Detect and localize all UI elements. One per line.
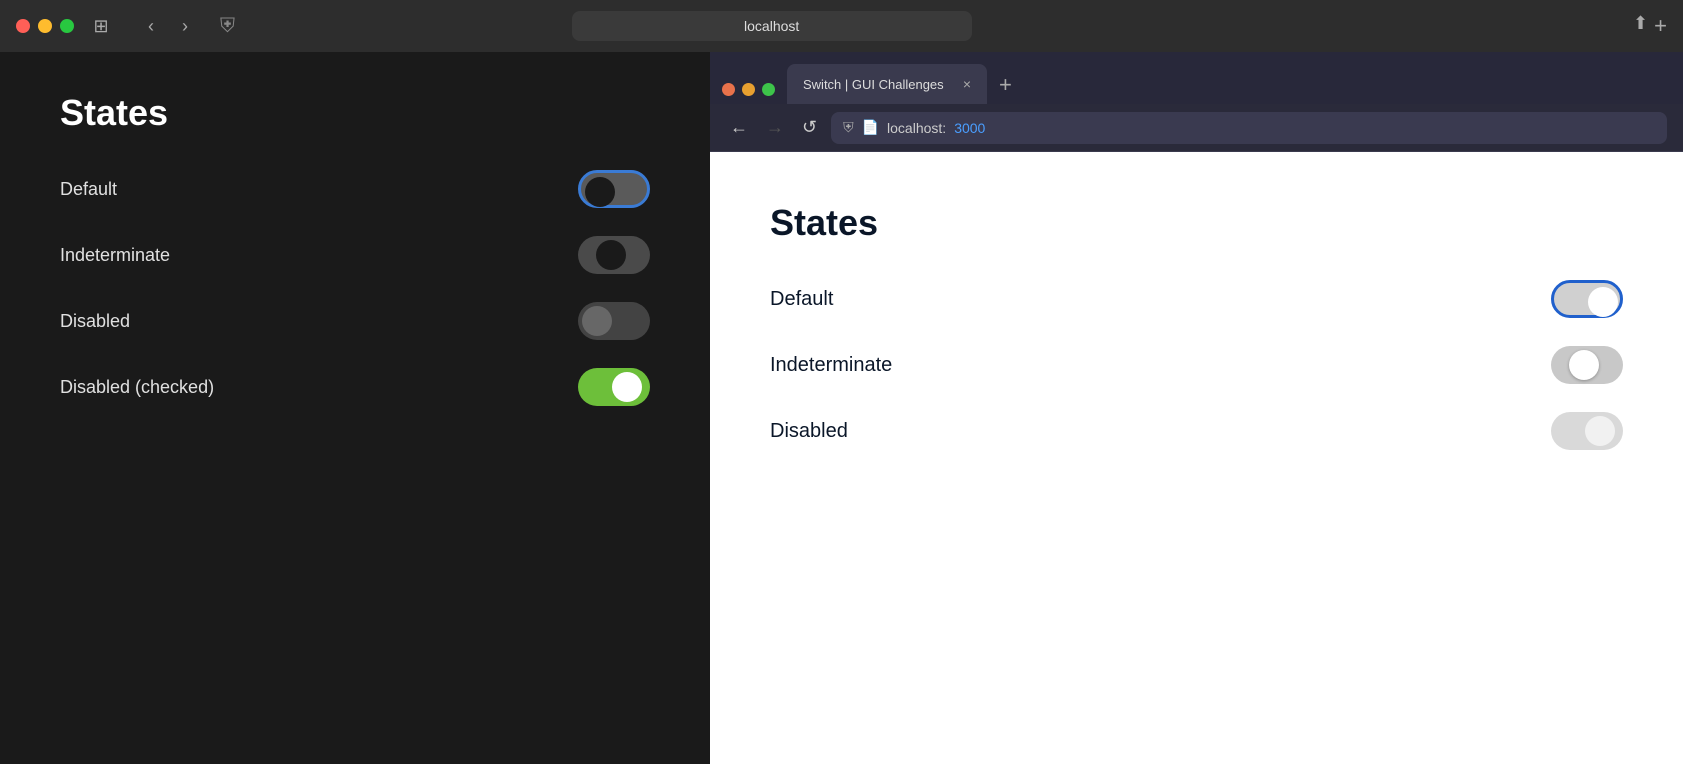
tab-close-dot[interactable] xyxy=(722,83,735,96)
left-state-row-default: Default xyxy=(60,170,650,208)
left-section-title: States xyxy=(60,92,650,134)
reload-button[interactable]: ↺ xyxy=(798,113,821,142)
right-toggle-disabled-knob xyxy=(1585,416,1615,446)
right-label-indeterminate: Indeterminate xyxy=(770,354,892,377)
tab-max-dot[interactable] xyxy=(762,83,775,96)
new-tab-icon[interactable]: + xyxy=(1654,13,1667,39)
left-toggle-indeterminate-knob xyxy=(596,240,626,270)
tab-min-dot[interactable] xyxy=(742,83,755,96)
left-toggle-disabled-knob xyxy=(582,306,612,336)
tab-item-active[interactable]: Switch | GUI Challenges × xyxy=(787,64,987,104)
traffic-lights xyxy=(16,19,74,33)
right-toggle-indeterminate-knob xyxy=(1569,350,1599,380)
url-port: 3000 xyxy=(954,120,985,136)
browser-content: States Default Indeterminate xyxy=(710,152,1683,764)
left-panel: States Default Indeterminate Disabled xyxy=(0,52,710,764)
tab-title: Switch | GUI Challenges xyxy=(803,77,944,92)
right-toggle-indeterminate[interactable] xyxy=(1551,346,1623,384)
minimize-button[interactable] xyxy=(38,19,52,33)
os-right-icons: ⬆ + xyxy=(1633,13,1667,39)
right-toggle-disabled-wrap xyxy=(1551,412,1623,450)
left-toggle-disabled-checked-wrap xyxy=(578,368,650,406)
shield-icon: ⛨ xyxy=(220,15,235,38)
right-toggle-default-knob xyxy=(1588,287,1618,317)
maximize-button[interactable] xyxy=(60,19,74,33)
sidebar-toggle-icon[interactable]: ⊞ xyxy=(86,11,116,41)
left-toggle-default-knob xyxy=(585,177,615,207)
shield-icon-small: ⛨ xyxy=(843,119,854,136)
left-toggle-default[interactable] xyxy=(578,170,650,208)
right-state-row-indeterminate: Indeterminate xyxy=(770,346,1623,384)
left-state-row-disabled-checked: Disabled (checked) xyxy=(60,368,650,406)
os-url-text: localhost xyxy=(744,18,799,34)
nav-bar: ← → ↺ ⛨ 📄 localhost: 3000 xyxy=(710,104,1683,152)
left-label-default: Default xyxy=(60,179,117,200)
url-host: localhost: xyxy=(887,120,946,136)
right-label-disabled: Disabled xyxy=(770,420,848,443)
tab-traffic-lights xyxy=(722,83,775,96)
back-icon[interactable]: ‹ xyxy=(136,11,166,41)
right-section-title: States xyxy=(770,202,1623,244)
main-row: States Default Indeterminate Disabled xyxy=(0,52,1683,764)
tab-close-button[interactable]: × xyxy=(963,76,971,92)
new-tab-button[interactable]: + xyxy=(991,72,1020,98)
url-bar[interactable]: ⛨ 📄 localhost: 3000 xyxy=(831,112,1667,144)
left-toggle-disabled-wrap xyxy=(578,302,650,340)
left-label-disabled: Disabled xyxy=(60,311,130,332)
right-toggle-disabled xyxy=(1551,412,1623,450)
left-state-row-indeterminate: Indeterminate xyxy=(60,236,650,274)
right-label-default: Default xyxy=(770,288,833,311)
os-title-bar: ⊞ ‹ › ⛨ localhost ⬆ + xyxy=(0,0,1683,52)
os-nav: ‹ › xyxy=(136,11,200,41)
left-toggle-indeterminate-wrap[interactable] xyxy=(578,236,650,274)
left-toggle-default-wrap[interactable] xyxy=(578,170,650,208)
right-state-row-default: Default xyxy=(770,280,1623,318)
right-state-row-disabled: Disabled xyxy=(770,412,1623,450)
back-button[interactable]: ← xyxy=(726,113,752,142)
left-toggle-disabled xyxy=(578,302,650,340)
close-button[interactable] xyxy=(16,19,30,33)
right-toggle-indeterminate-wrap[interactable] xyxy=(1551,346,1623,384)
left-label-disabled-checked: Disabled (checked) xyxy=(60,377,214,398)
os-url-bar[interactable]: localhost xyxy=(572,11,972,41)
share-icon[interactable]: ⬆ xyxy=(1633,13,1648,39)
left-state-row-disabled: Disabled xyxy=(60,302,650,340)
right-toggle-default[interactable] xyxy=(1551,280,1623,318)
page-icon: 📄 xyxy=(862,119,879,136)
left-label-indeterminate: Indeterminate xyxy=(60,245,170,266)
forward-button[interactable]: → xyxy=(762,113,788,142)
browser-window: Switch | GUI Challenges × + ← → ↺ ⛨ 📄 lo… xyxy=(710,52,1683,764)
tab-bar: Switch | GUI Challenges × + xyxy=(710,52,1683,104)
left-toggle-indeterminate[interactable] xyxy=(578,236,650,274)
forward-icon[interactable]: › xyxy=(170,11,200,41)
right-toggle-default-wrap[interactable] xyxy=(1551,280,1623,318)
left-toggle-disabled-checked xyxy=(578,368,650,406)
left-toggle-disabled-checked-knob xyxy=(612,372,642,402)
